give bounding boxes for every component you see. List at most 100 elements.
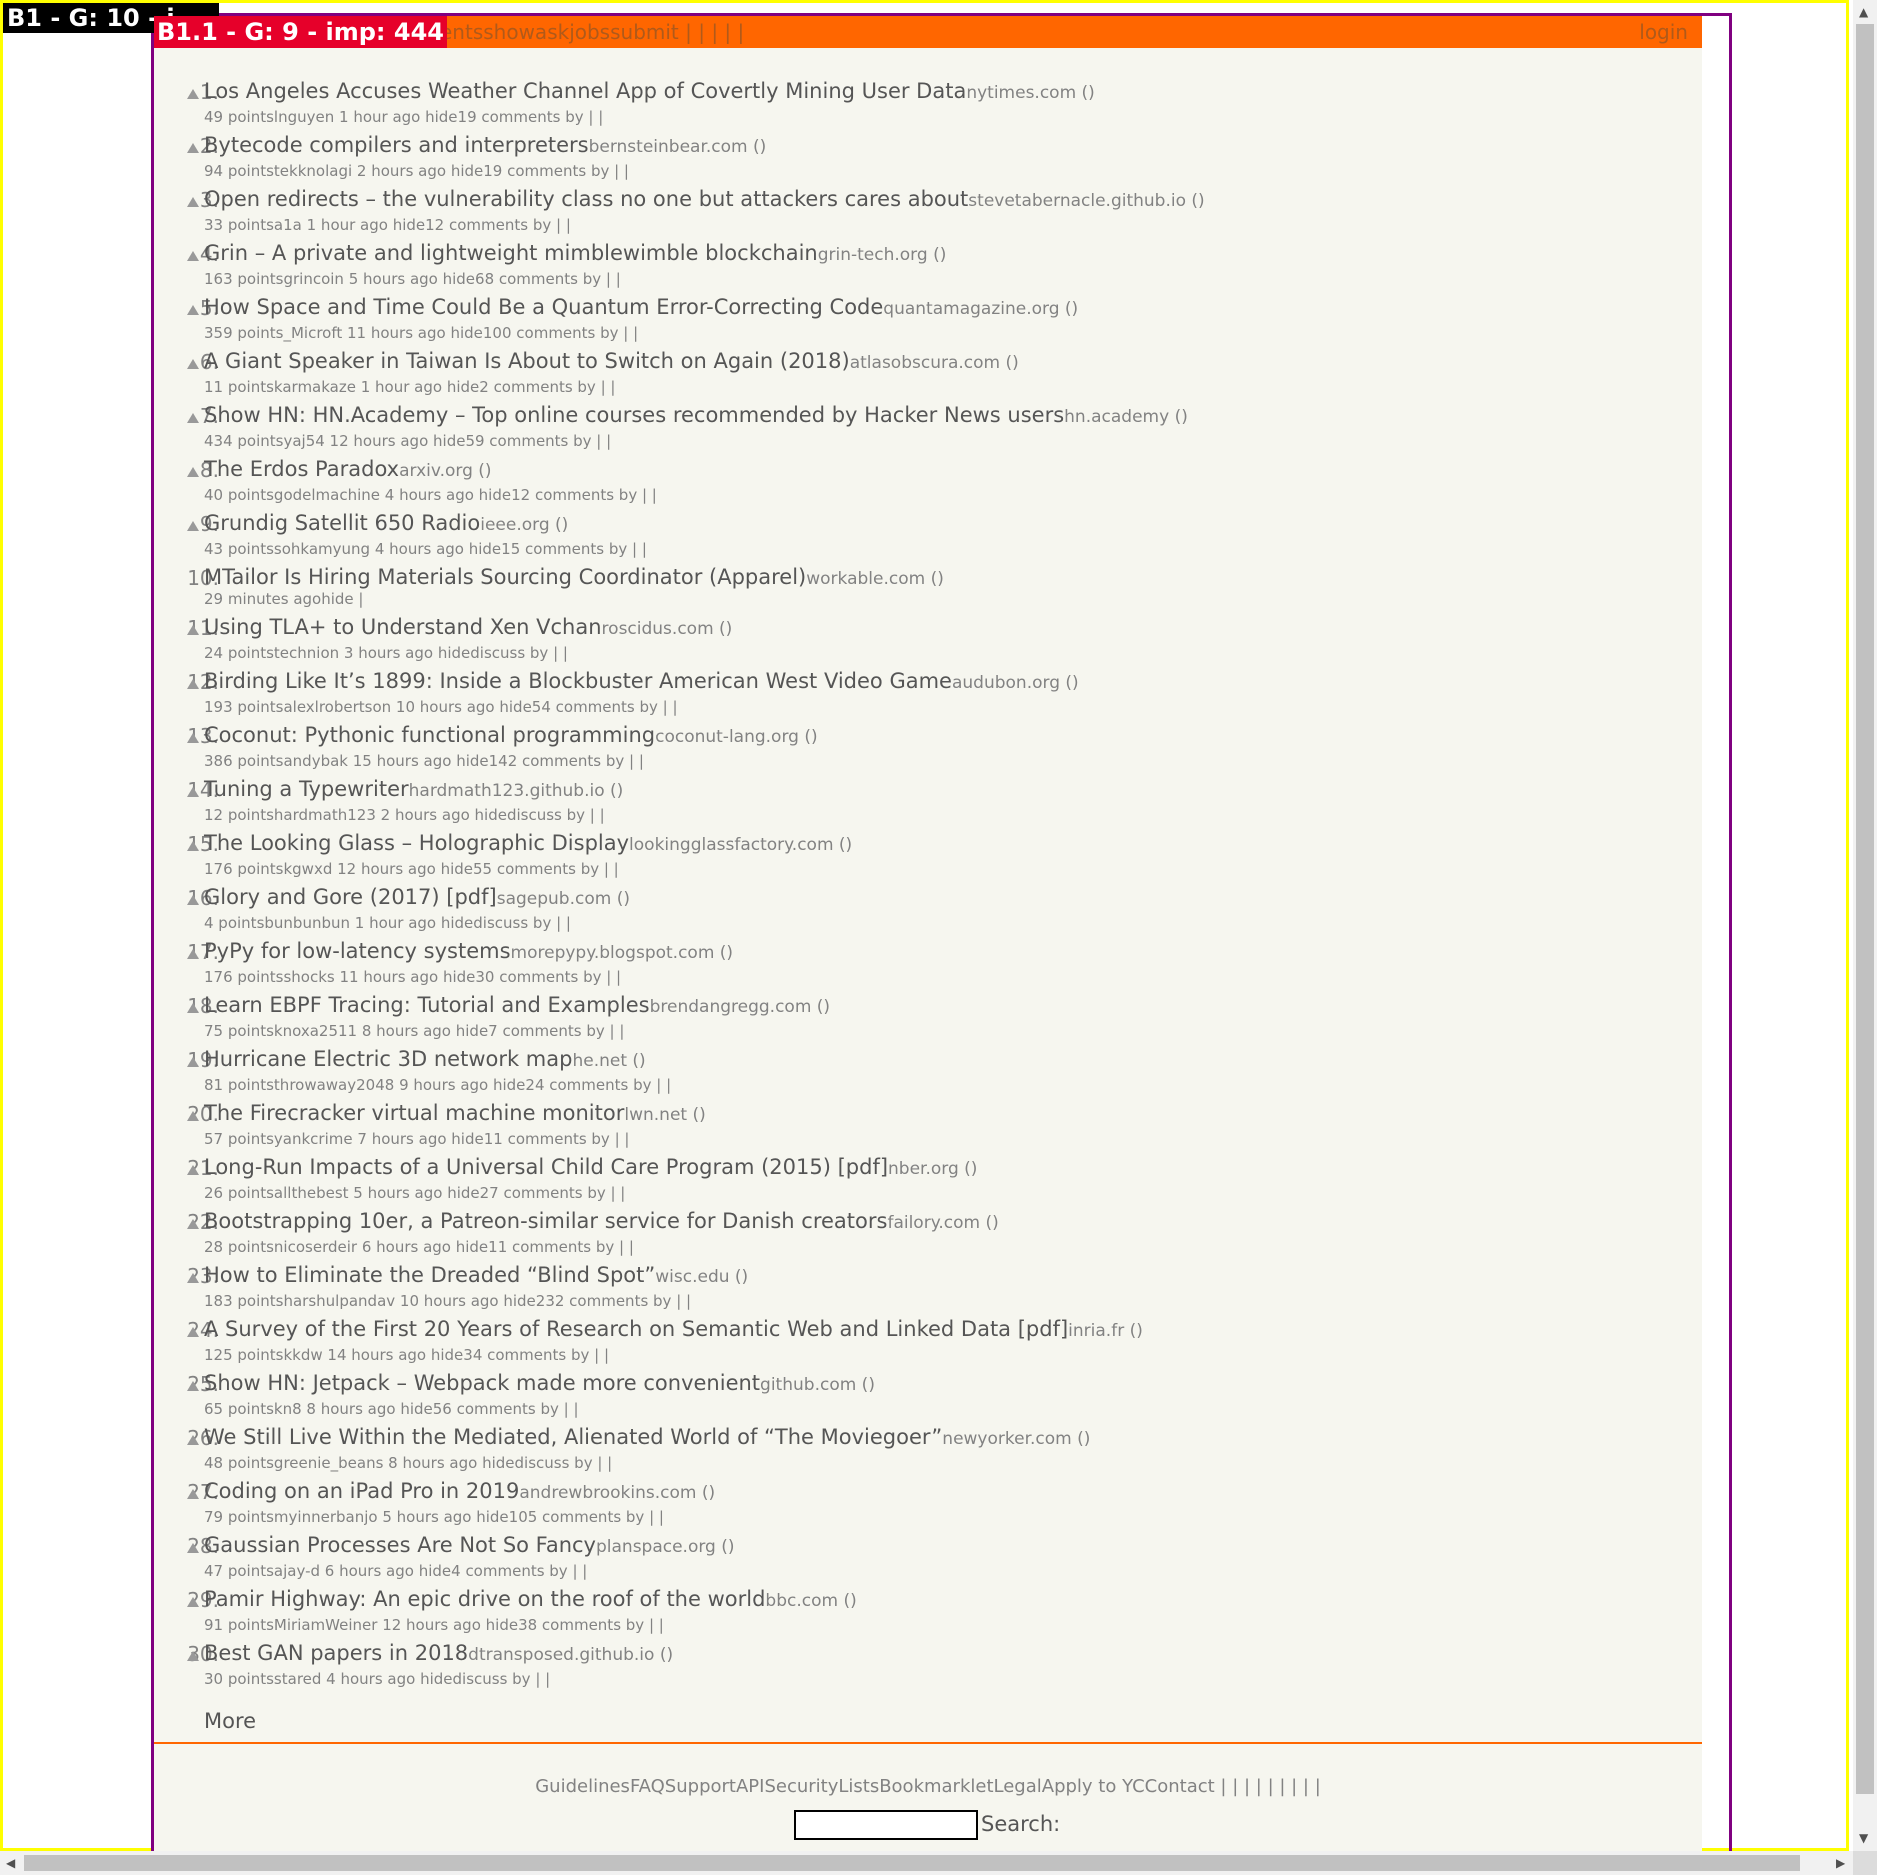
- search-input[interactable]: [794, 1810, 978, 1840]
- story-title-link[interactable]: How Space and Time Could Be a Quantum Er…: [204, 295, 883, 319]
- story-title-link[interactable]: Bootstrapping 10er, a Patreon-similar se…: [204, 1209, 887, 1233]
- story-title-link[interactable]: Learn EBPF Tracing: Tutorial and Example…: [204, 993, 650, 1017]
- story-title-link[interactable]: Bytecode compilers and interpreters: [204, 133, 589, 157]
- story-site[interactable]: lookingglassfactory.com (): [629, 835, 852, 855]
- story-site[interactable]: inria.fr (): [1068, 1321, 1143, 1341]
- upvote-arrow-icon[interactable]: [187, 1543, 199, 1553]
- upvote-arrow-icon[interactable]: [187, 1273, 199, 1283]
- story-site[interactable]: newyorker.com (): [942, 1429, 1090, 1449]
- story-site[interactable]: hn.academy (): [1064, 407, 1188, 427]
- story-title-link[interactable]: PyPy for low-latency systems: [204, 939, 511, 963]
- story-site[interactable]: nber.org (): [888, 1159, 977, 1179]
- story-site[interactable]: morepypy.blogspot.com (): [511, 943, 734, 963]
- upvote-arrow-icon[interactable]: [187, 679, 199, 689]
- upvote-arrow-icon[interactable]: [187, 841, 199, 851]
- story-title-link[interactable]: Best GAN papers in 2018: [204, 1641, 468, 1665]
- upvote-arrow-icon[interactable]: [187, 1165, 199, 1175]
- story-site[interactable]: lwn.net (): [624, 1105, 705, 1125]
- story-site[interactable]: audubon.org (): [952, 673, 1079, 693]
- upvote-arrow-icon[interactable]: [187, 1489, 199, 1499]
- vertical-scrollbar[interactable]: ▲ ▼: [1853, 0, 1877, 1851]
- upvote-arrow-icon[interactable]: [187, 1327, 199, 1337]
- story-title-link[interactable]: Grundig Satellit 650 Radio: [204, 511, 480, 535]
- story-title-link[interactable]: MTailor Is Hiring Materials Sourcing Coo…: [204, 565, 806, 589]
- upvote-arrow-icon[interactable]: [187, 625, 199, 635]
- story-title-link[interactable]: How to Eliminate the Dreaded “Blind Spot…: [204, 1263, 655, 1287]
- upvote-arrow-icon[interactable]: [187, 1219, 199, 1229]
- story-title-link[interactable]: Coconut: Pythonic functional programming: [204, 723, 655, 747]
- vertical-scroll-thumb[interactable]: [1856, 24, 1874, 1794]
- scroll-up-icon[interactable]: ▲: [1859, 6, 1868, 18]
- story-title-link[interactable]: Grin – A private and lightweight mimblew…: [204, 241, 818, 265]
- story-site[interactable]: sagepub.com (): [497, 889, 630, 909]
- scroll-down-icon[interactable]: ▼: [1859, 1832, 1868, 1844]
- story-title-link[interactable]: Hurricane Electric 3D network map: [204, 1047, 572, 1071]
- upvote-arrow-icon[interactable]: [187, 251, 199, 261]
- story-title-link[interactable]: Open redirects – the vulnerability class…: [204, 187, 968, 211]
- story-title-link[interactable]: Glory and Gore (2017) [pdf]: [204, 885, 497, 909]
- horizontal-scrollbar[interactable]: ◀ ▶: [0, 1851, 1853, 1875]
- story-title-link[interactable]: We Still Live Within the Mediated, Alien…: [204, 1425, 942, 1449]
- upvote-arrow-icon[interactable]: [187, 1597, 199, 1607]
- story-site[interactable]: ieee.org (): [480, 515, 568, 535]
- upvote-arrow-icon[interactable]: [187, 1111, 199, 1121]
- upvote-arrow-icon[interactable]: [187, 413, 199, 423]
- story-title-link[interactable]: Los Angeles Accuses Weather Channel App …: [204, 79, 966, 103]
- story-title-link[interactable]: Coding on an iPad Pro in 2019: [204, 1479, 519, 1503]
- scroll-right-icon[interactable]: ▶: [1836, 1857, 1845, 1869]
- horizontal-scroll-thumb[interactable]: [24, 1855, 1800, 1871]
- story-title-link[interactable]: Pamir Highway: An epic drive on the roof…: [204, 1587, 765, 1611]
- upvote-arrow-icon[interactable]: [187, 359, 199, 369]
- story-title-link[interactable]: Show HN: HN.Academy – Top online courses…: [204, 403, 1064, 427]
- story-title-link[interactable]: Birding Like It’s 1899: Inside a Blockbu…: [204, 669, 952, 693]
- story-site[interactable]: dtransposed.github.io (): [468, 1645, 673, 1665]
- upvote-arrow-icon[interactable]: [187, 521, 199, 531]
- upvote-arrow-icon[interactable]: [187, 787, 199, 797]
- story-site[interactable]: coconut-lang.org (): [655, 727, 818, 747]
- story-site[interactable]: stevetabernacle.github.io (): [968, 191, 1204, 211]
- upvote-arrow-icon[interactable]: [187, 197, 199, 207]
- story-site[interactable]: github.com (): [760, 1375, 875, 1395]
- story-title-link[interactable]: The Firecracker virtual machine monitor: [204, 1101, 624, 1125]
- story-site[interactable]: quantamagazine.org (): [883, 299, 1078, 319]
- story-site[interactable]: arxiv.org (): [399, 461, 491, 481]
- story-site[interactable]: andrewbrookins.com (): [519, 1483, 715, 1503]
- upvote-arrow-icon[interactable]: [187, 305, 199, 315]
- story-title-link[interactable]: Gaussian Processes Are Not So Fancy: [204, 1533, 596, 1557]
- story-title-link[interactable]: The Looking Glass – Holographic Display: [204, 831, 629, 855]
- story-title-link[interactable]: A Survey of the First 20 Years of Resear…: [204, 1317, 1068, 1341]
- story-site[interactable]: bernsteinbear.com (): [589, 137, 767, 157]
- more-link[interactable]: More: [204, 1709, 256, 1733]
- story-title-link[interactable]: Show HN: Jetpack – Webpack made more con…: [204, 1371, 760, 1395]
- story-title-link[interactable]: A Giant Speaker in Taiwan Is About to Sw…: [204, 349, 850, 373]
- upvote-arrow-icon[interactable]: [187, 733, 199, 743]
- upvote-arrow-icon[interactable]: [187, 89, 199, 99]
- story-title-link[interactable]: Long-Run Impacts of a Universal Child Ca…: [204, 1155, 888, 1179]
- upvote-arrow-icon[interactable]: [187, 949, 199, 959]
- story-title-link[interactable]: Using TLA+ to Understand Xen Vchan: [204, 615, 602, 639]
- upvote-arrow-icon[interactable]: [187, 1003, 199, 1013]
- nav-links[interactable]: entsshowaskjobssubmit | | | | |: [440, 16, 744, 48]
- story-site[interactable]: atlasobscura.com (): [850, 353, 1019, 373]
- story-title-link[interactable]: Tuning a Typewriter: [204, 777, 409, 801]
- story-site[interactable]: brendangregg.com (): [650, 997, 830, 1017]
- story-site[interactable]: roscidus.com (): [602, 619, 733, 639]
- footer-links[interactable]: GuidelinesFAQSupportAPISecurityListsBook…: [154, 1776, 1702, 1797]
- story-subtext[interactable]: 30 pointsstared 4 hours ago hidediscuss …: [204, 1670, 550, 1688]
- story-title-link[interactable]: The Erdos Paradox: [204, 457, 399, 481]
- story-site[interactable]: planspace.org (): [596, 1537, 735, 1557]
- upvote-arrow-icon[interactable]: [187, 1381, 199, 1391]
- login-link[interactable]: login: [1639, 16, 1688, 48]
- story-site[interactable]: hardmath123.github.io (): [409, 781, 624, 801]
- story-site[interactable]: workable.com (): [806, 569, 944, 589]
- story-site[interactable]: nytimes.com (): [966, 83, 1094, 103]
- upvote-arrow-icon[interactable]: [187, 1057, 199, 1067]
- story-site[interactable]: wisc.edu (): [655, 1267, 748, 1287]
- story-site[interactable]: bbc.com (): [765, 1591, 856, 1611]
- upvote-arrow-icon[interactable]: [187, 143, 199, 153]
- upvote-arrow-icon[interactable]: [187, 895, 199, 905]
- upvote-arrow-icon[interactable]: [187, 1651, 199, 1661]
- story-site[interactable]: failory.com (): [887, 1213, 998, 1233]
- story-site[interactable]: he.net (): [572, 1051, 645, 1071]
- story-site[interactable]: grin-tech.org (): [818, 245, 947, 265]
